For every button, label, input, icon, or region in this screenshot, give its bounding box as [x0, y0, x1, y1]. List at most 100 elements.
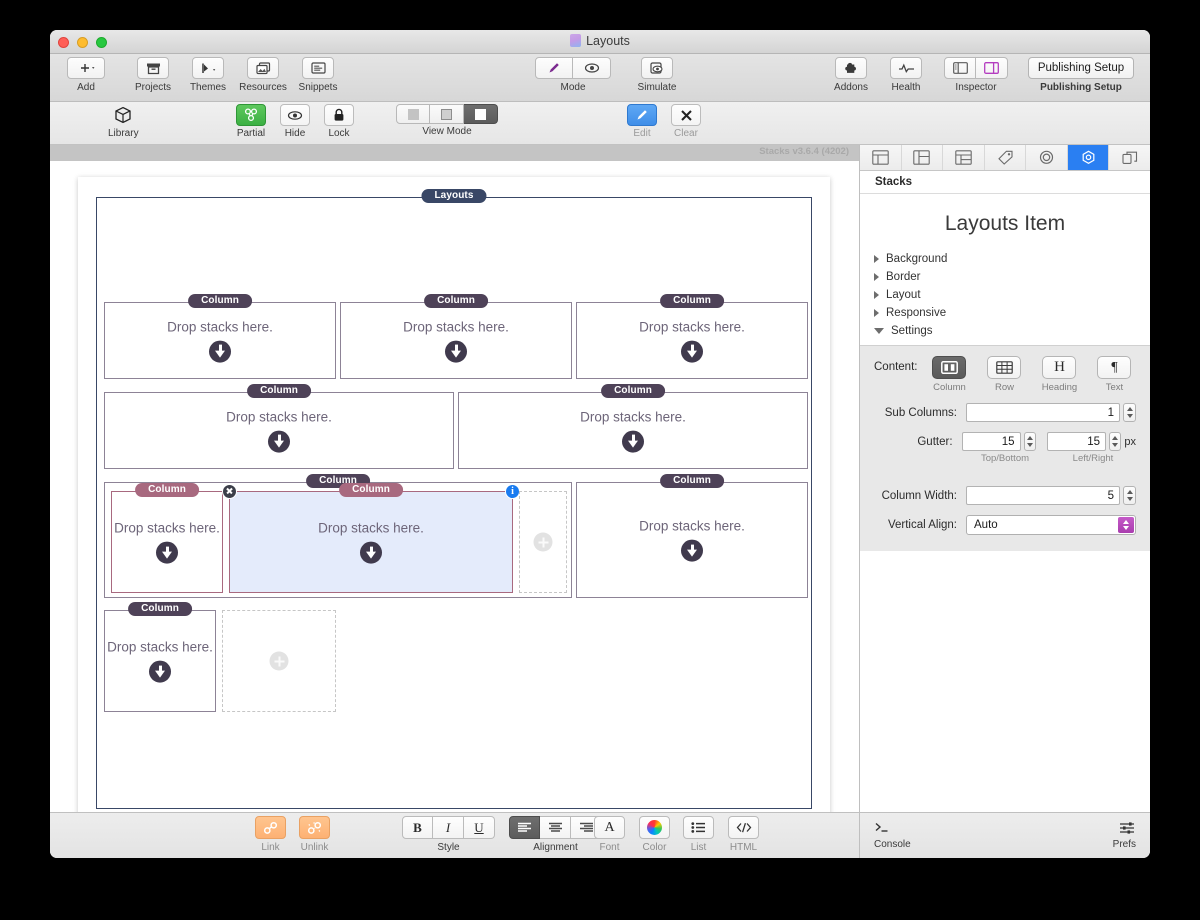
snippets-button[interactable]: Snippets — [294, 57, 342, 93]
simulate-button[interactable]: Simulate — [633, 57, 681, 93]
section-border[interactable]: Border — [860, 268, 1150, 286]
inspector-segments[interactable] — [944, 57, 1008, 79]
gutter-top-bottom-input[interactable]: 15 — [961, 432, 1021, 451]
color-button[interactable]: Color — [639, 816, 670, 853]
inspector-tab-site[interactable] — [943, 145, 985, 170]
html-button[interactable]: HTML — [728, 816, 759, 853]
section-background[interactable]: Background — [860, 250, 1150, 268]
inspector-tab-tags[interactable] — [985, 145, 1027, 170]
view-mode-outline[interactable] — [430, 104, 464, 124]
drop-zone-r2c2[interactable]: Drop stacks here. — [459, 407, 807, 453]
publishing-setup-button[interactable]: Publishing Setup Publishing Setup — [1022, 57, 1140, 93]
column-r1c1[interactable]: Column Drop stacks here. — [104, 294, 336, 379]
eye-icon[interactable] — [573, 57, 611, 79]
column-r1c2[interactable]: Column Drop stacks here. — [340, 294, 572, 379]
prefs-button[interactable]: Prefs — [1113, 819, 1136, 850]
alignment-segments[interactable] — [509, 816, 602, 839]
view-mode-filled[interactable] — [464, 104, 498, 124]
addons-button[interactable]: Addons — [827, 57, 875, 93]
vertical-align-select[interactable]: Auto — [966, 515, 1136, 535]
hide-button[interactable]: Hide — [280, 102, 310, 139]
pencil-icon[interactable] — [535, 57, 573, 79]
align-left-icon[interactable] — [509, 816, 540, 839]
column-r2c2[interactable]: Column Drop stacks here. — [458, 384, 808, 469]
inspector-tab-settings[interactable] — [1067, 145, 1110, 170]
left-panel-icon[interactable] — [944, 57, 976, 79]
right-panel-icon[interactable] — [976, 57, 1008, 79]
mode-segments[interactable] — [535, 57, 611, 79]
add-button[interactable]: Add — [62, 57, 110, 93]
projects-button[interactable]: Projects — [129, 57, 177, 93]
inspector-control[interactable]: Inspector — [937, 57, 1015, 93]
content-option-heading[interactable]: H Heading — [1036, 356, 1082, 393]
sub-columns-input[interactable]: 1 — [966, 403, 1120, 422]
gutter-top-bottom-stepper[interactable] — [1023, 432, 1036, 451]
section-border-label: Border — [886, 271, 921, 283]
edit-button[interactable]: Edit — [627, 102, 657, 139]
themes-button[interactable]: Themes — [184, 57, 232, 93]
content-option-text[interactable]: ¶ Text — [1091, 356, 1137, 393]
inspector-tab-page[interactable] — [860, 145, 902, 170]
drop-zone-r1c3[interactable]: Drop stacks here. — [577, 317, 807, 363]
drop-zone-r3c2[interactable]: Drop stacks here. — [577, 517, 807, 562]
info-icon[interactable]: i — [505, 484, 520, 499]
column-r2c1[interactable]: Column Drop stacks here. — [104, 384, 454, 469]
close-icon[interactable] — [222, 484, 237, 499]
italic-button[interactable]: I — [433, 816, 464, 839]
lock-button[interactable]: Lock — [324, 102, 354, 139]
drop-zone-r1c2[interactable]: Drop stacks here. — [341, 317, 571, 363]
canvas-top-strip: Stacks v3.6.4 (4202) — [50, 145, 859, 161]
view-mode-plain[interactable] — [396, 104, 430, 124]
page-surface[interactable]: Layouts Column Drop stacks here. Column — [78, 177, 830, 812]
column-r3-parent[interactable]: Column Column Drop stacks here. Column i… — [104, 474, 572, 598]
column-r1c3[interactable]: Column Drop stacks here. — [576, 294, 808, 379]
publishing-setup-btn-label[interactable]: Publishing Setup — [1027, 57, 1135, 79]
add-column-placeholder-r3[interactable] — [519, 491, 567, 593]
console-button[interactable]: Console — [874, 819, 911, 850]
style-control[interactable]: B I U Style — [402, 816, 495, 853]
content-option-row[interactable]: Row — [981, 356, 1027, 393]
section-layout[interactable]: Layout — [860, 286, 1150, 304]
view-mode-control[interactable]: View Mode — [396, 102, 498, 137]
list-button[interactable]: List — [683, 816, 714, 853]
column-r3-sub1[interactable]: Column Drop stacks here. — [111, 483, 223, 593]
content-options[interactable]: Column Row H Heading ¶ Text — [926, 356, 1137, 393]
sub-columns-stepper[interactable] — [1123, 403, 1136, 422]
underline-button[interactable]: U — [464, 816, 495, 839]
column-r3c2[interactable]: Column Drop stacks here. — [576, 474, 808, 598]
resources-button[interactable]: Resources — [239, 57, 287, 93]
library-button[interactable]: Library — [108, 102, 139, 139]
column-width-input[interactable]: 5 — [966, 486, 1120, 505]
unlink-button[interactable]: Unlink — [299, 816, 330, 853]
drop-zone-r3-sub1[interactable]: Drop stacks here. — [112, 519, 222, 564]
inspector-tab-master[interactable] — [902, 145, 944, 170]
align-center-icon[interactable] — [540, 816, 571, 839]
drop-zone-r3-sub2[interactable]: Drop stacks here. — [230, 519, 512, 564]
canvas-scroll-area[interactable]: Layouts Column Drop stacks here. Column — [50, 161, 859, 812]
inspector-tab-detach[interactable] — [1109, 145, 1150, 170]
font-button[interactable]: A Font — [594, 816, 625, 853]
drop-zone-r1c1[interactable]: Drop stacks here. — [105, 317, 335, 363]
section-settings[interactable]: Settings — [860, 322, 1150, 340]
drop-zone-r4c1[interactable]: Drop stacks here. — [105, 638, 215, 683]
mode-control[interactable]: Mode — [528, 57, 618, 93]
bold-button[interactable]: B — [402, 816, 433, 839]
gutter-left-right-stepper[interactable] — [1108, 432, 1122, 451]
style-segments[interactable]: B I U — [402, 816, 495, 839]
inspector-tab-style[interactable] — [1026, 145, 1068, 170]
link-button[interactable]: Link — [255, 816, 286, 853]
view-mode-segments[interactable] — [396, 104, 498, 124]
drop-zone-r2c1[interactable]: Drop stacks here. — [105, 407, 453, 453]
inspector-tab-bar[interactable] — [860, 145, 1150, 171]
clear-button[interactable]: Clear — [671, 102, 701, 139]
column-r4c1[interactable]: Column Drop stacks here. — [104, 602, 216, 712]
partial-button[interactable]: Partial — [236, 102, 266, 139]
section-responsive[interactable]: Responsive — [860, 304, 1150, 322]
alignment-control[interactable]: Alignment — [509, 816, 602, 853]
content-option-column[interactable]: Column — [926, 356, 972, 393]
gutter-left-right-input[interactable]: 15 — [1046, 432, 1106, 451]
column-width-stepper[interactable] — [1123, 486, 1136, 505]
column-r3-sub2-selected[interactable]: Column i Drop stacks here. — [222, 483, 520, 593]
add-column-placeholder-r4[interactable] — [222, 610, 336, 712]
health-button[interactable]: Health — [882, 57, 930, 93]
